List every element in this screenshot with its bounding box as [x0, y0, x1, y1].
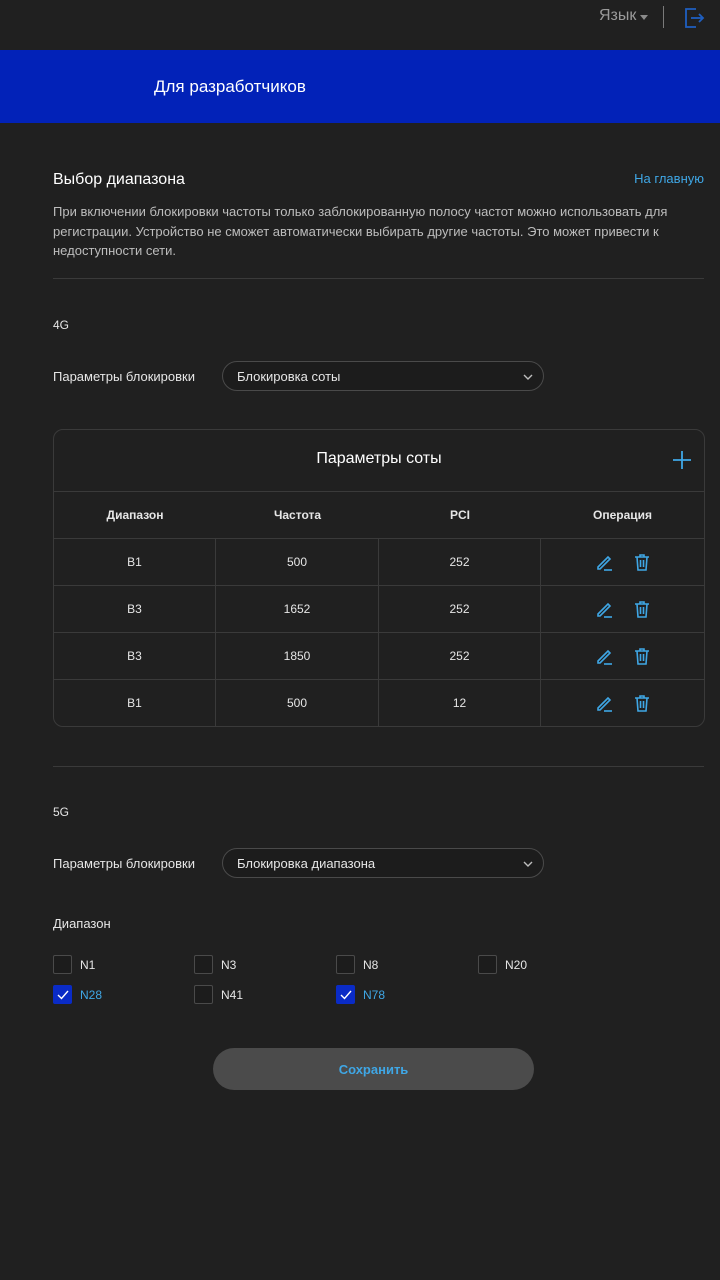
table-header: Диапазон Частота PCI Операция [54, 492, 704, 538]
band-checkbox-n20[interactable]: N20 [478, 955, 527, 974]
cell-params-card: Параметры соты Диапазон Частота PCI Опер… [53, 429, 705, 727]
edit-icon[interactable] [594, 599, 614, 619]
divider [53, 278, 704, 279]
lte-lock-value: Блокировка соты [237, 368, 341, 384]
cell-operation [541, 633, 704, 679]
band-label: N3 [221, 957, 237, 972]
cell-operation [541, 586, 704, 632]
band-label: N8 [363, 957, 379, 972]
header-banner: Для разработчиков [0, 50, 720, 123]
band-label: N28 [80, 987, 103, 1002]
table-row: B1 500 12 [54, 679, 704, 726]
band-label: N1 [80, 957, 96, 972]
trash-icon[interactable] [632, 552, 652, 572]
cell-pci: 252 [379, 586, 541, 632]
chevron-down-icon [523, 861, 533, 867]
table-row: B3 1850 252 [54, 632, 704, 679]
check-icon [57, 990, 69, 1000]
nr-lock-select[interactable]: Блокировка диапазона [222, 848, 544, 878]
lte-lock-select[interactable]: Блокировка соты [222, 361, 544, 391]
checkbox[interactable] [53, 985, 72, 1004]
cell-frequency: 500 [216, 680, 379, 726]
card-header: Параметры соты [54, 430, 704, 492]
edit-icon[interactable] [594, 552, 614, 572]
edit-icon[interactable] [594, 693, 614, 713]
home-link[interactable]: На главную [634, 171, 704, 186]
caret-down-icon [640, 14, 649, 20]
checkbox[interactable] [336, 985, 355, 1004]
checkbox[interactable] [336, 955, 355, 974]
cell-band: B3 [54, 586, 216, 632]
nr-lock-label: Параметры блокировки [53, 856, 195, 871]
language-selector[interactable]: Язык [599, 7, 649, 25]
checkbox[interactable] [194, 985, 213, 1004]
section-description: При включении блокировки частоты только … [53, 204, 668, 258]
trash-icon[interactable] [632, 646, 652, 666]
divider [53, 766, 704, 767]
lte-lock-label: Параметры блокировки [53, 369, 195, 384]
lte-label: 4G [53, 318, 70, 332]
section-title: Выбор диапазона [53, 171, 185, 188]
band-checkbox-n78[interactable]: N78 [336, 985, 385, 1004]
band-checkbox-n8[interactable]: N8 [336, 955, 378, 974]
column-header: Диапазон [106, 508, 164, 522]
trash-icon[interactable] [632, 599, 652, 619]
nr-label: 5G [53, 805, 70, 819]
band-checkbox-n41[interactable]: N41 [194, 985, 243, 1004]
logout-icon[interactable] [682, 6, 706, 30]
checkbox[interactable] [53, 955, 72, 974]
band-label: N41 [221, 987, 244, 1002]
cell-operation [541, 680, 704, 726]
top-bar: Язык [0, 0, 720, 50]
column-header: Операция [592, 508, 652, 522]
nr-lock-value: Блокировка диапазона [237, 855, 376, 871]
table-row: B3 1652 252 [54, 585, 704, 632]
cell-band: B1 [54, 680, 216, 726]
edit-icon[interactable] [594, 646, 614, 666]
checkbox[interactable] [194, 955, 213, 974]
column-header: Частота [273, 508, 322, 522]
cell-pci: 252 [379, 539, 541, 585]
band-checkbox-n1[interactable]: N1 [53, 955, 95, 974]
checkbox[interactable] [478, 955, 497, 974]
cell-frequency: 1652 [216, 586, 379, 632]
cell-band: B3 [54, 633, 216, 679]
cell-frequency: 500 [216, 539, 379, 585]
bands-label: Диапазон [53, 916, 111, 931]
check-icon [340, 990, 352, 1000]
cell-operation [541, 539, 704, 585]
band-checkbox-n28[interactable]: N28 [53, 985, 102, 1004]
band-label: N78 [363, 987, 386, 1002]
page-title: Для разработчиков [154, 77, 306, 96]
chevron-down-icon [523, 374, 533, 380]
divider [663, 6, 664, 28]
cell-pci: 12 [379, 680, 541, 726]
language-label: Язык [599, 7, 637, 24]
card-title: Параметры соты [316, 450, 442, 467]
table-row: B1 500 252 [54, 538, 704, 585]
band-checkbox-n3[interactable]: N3 [194, 955, 236, 974]
cell-pci: 252 [379, 633, 541, 679]
add-icon[interactable] [672, 450, 692, 470]
cell-frequency: 1850 [216, 633, 379, 679]
trash-icon[interactable] [632, 693, 652, 713]
cell-band: B1 [54, 539, 216, 585]
column-header: PCI [449, 508, 470, 522]
band-label: N20 [505, 957, 528, 972]
save-button[interactable]: Сохранить [213, 1048, 534, 1090]
